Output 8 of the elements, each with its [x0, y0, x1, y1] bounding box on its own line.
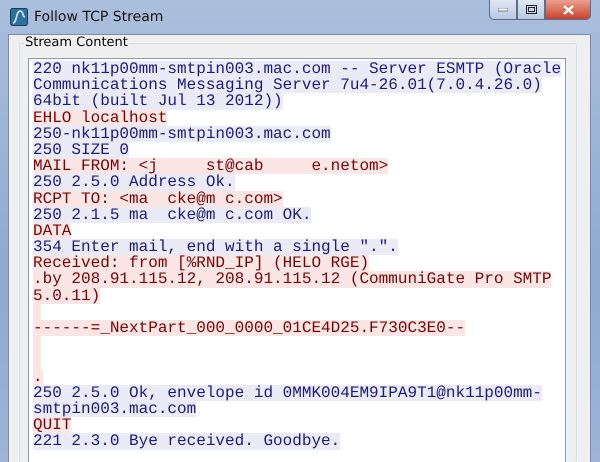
minimize-button[interactable]: [489, 0, 517, 20]
maximize-icon: [526, 5, 536, 14]
window-title: Follow TCP Stream: [34, 9, 164, 25]
minimize-icon: [498, 8, 508, 12]
close-button[interactable]: [545, 0, 591, 20]
maximize-button[interactable]: [517, 0, 545, 20]
app-icon: [10, 8, 28, 26]
close-icon: [562, 4, 574, 14]
